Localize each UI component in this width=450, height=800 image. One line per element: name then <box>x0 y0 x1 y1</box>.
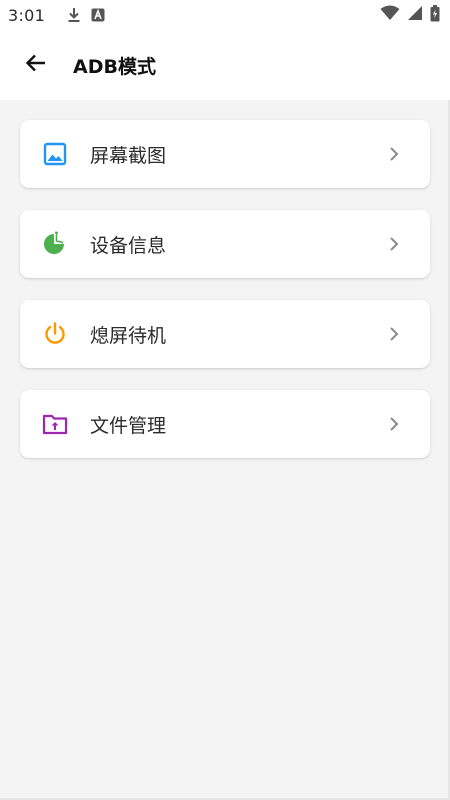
screen: 3:01 ADB模式 屏幕截图 设备信息 熄屏待机 文件管理 <box>0 0 450 800</box>
download-icon <box>67 7 81 23</box>
pie-chart-icon <box>42 231 68 257</box>
status-right <box>380 4 440 26</box>
wifi-icon <box>380 5 400 25</box>
image-icon <box>42 141 68 167</box>
signal-icon <box>407 5 423 25</box>
back-arrow-icon <box>24 51 48 79</box>
chevron-right-icon <box>386 236 402 252</box>
menu-item-device-info[interactable]: 设备信息 <box>20 210 430 278</box>
battery-icon <box>430 4 440 26</box>
a-app-icon <box>91 8 105 22</box>
menu-item-file-manager[interactable]: 文件管理 <box>20 390 430 458</box>
menu-item-label: 熄屏待机 <box>90 324 167 347</box>
menu-list: 屏幕截图 设备信息 熄屏待机 文件管理 <box>0 100 450 800</box>
menu-item-label: 文件管理 <box>90 414 167 437</box>
menu-item-screenshot[interactable]: 屏幕截图 <box>20 120 430 188</box>
folder-upload-icon <box>42 411 68 437</box>
back-button[interactable] <box>22 51 50 79</box>
page-title: ADB模式 <box>73 55 156 78</box>
chevron-right-icon <box>386 416 402 432</box>
menu-item-label: 屏幕截图 <box>90 144 167 167</box>
power-icon <box>42 321 68 347</box>
menu-item-label: 设备信息 <box>90 234 167 257</box>
status-time: 3:01 <box>8 5 46 25</box>
app-bar: ADB模式 <box>0 30 450 100</box>
menu-item-screen-off[interactable]: 熄屏待机 <box>20 300 430 368</box>
chevron-right-icon <box>386 146 402 162</box>
chevron-right-icon <box>386 326 402 342</box>
status-bar: 3:01 <box>0 0 450 30</box>
